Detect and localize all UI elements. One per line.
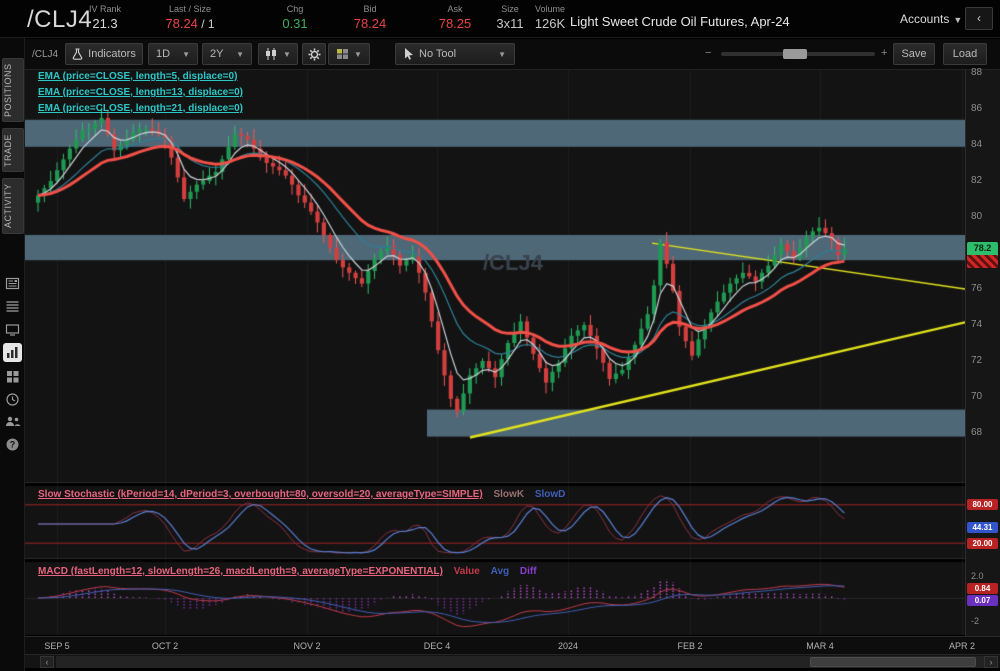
history-icon[interactable]: [3, 390, 22, 409]
scroll-left-button[interactable]: ‹: [40, 656, 54, 668]
zoom-in-button[interactable]: +: [881, 47, 887, 59]
chart-settings-button[interactable]: [302, 43, 326, 65]
price-tick: 68: [971, 427, 982, 438]
bid-ask-marker: [967, 255, 998, 268]
svg-text:?: ?: [10, 440, 16, 450]
date-tick: FEB 2: [677, 641, 702, 651]
stat-chg: Chg 0.31: [265, 4, 325, 31]
stat-bid: Bid 78.24: [340, 4, 400, 31]
watchlist-icon[interactable]: [3, 297, 22, 316]
chevron-down-icon: ▼: [953, 15, 962, 25]
price-tick: 82: [971, 175, 982, 186]
chart-type-dropdown[interactable]: ▼: [258, 43, 298, 65]
price-tick: 74: [971, 319, 982, 330]
scrollbar-thumb[interactable]: [810, 657, 976, 667]
legend-slowk: SlowK: [493, 489, 524, 500]
toolbar-symbol-label: /CLJ4: [32, 49, 58, 60]
stochastic-pane-header: Slow Stochastic (kPeriod=14, dPeriod=3, …: [38, 489, 565, 500]
date-tick: MAR 4: [806, 641, 834, 651]
zoom-slider[interactable]: [721, 52, 875, 56]
drawing-tool-dropdown[interactable]: No Tool ▼: [395, 43, 515, 65]
stoch-axis-bubble: 44.31: [967, 522, 998, 533]
date-tick: DEC 4: [424, 641, 451, 651]
price-chart-canvas[interactable]: [25, 70, 965, 636]
price-tick: 72: [971, 355, 982, 366]
zoom-out-button[interactable]: −: [705, 47, 711, 59]
study-label-ema21[interactable]: EMA (price=CLOSE, length=21, displace=0): [38, 103, 243, 114]
price-tick: 70: [971, 391, 982, 402]
load-button[interactable]: Load: [943, 43, 987, 65]
sidebar-tab-positions[interactable]: POSITIONS: [2, 58, 24, 122]
horizontal-scrollbar: ‹ ›: [25, 654, 1000, 668]
stoch-axis-bubble: 80.00: [967, 499, 998, 510]
help-icon[interactable]: ?: [3, 435, 22, 454]
chevron-down-icon: ▼: [498, 50, 506, 59]
chevron-down-icon: ▼: [182, 50, 190, 59]
grid-layout-dropdown[interactable]: ▼: [328, 43, 370, 65]
news-icon[interactable]: [3, 274, 22, 293]
stat-ask: Ask 78.25: [425, 4, 485, 31]
scrollbar-track[interactable]: [56, 656, 994, 668]
stat-iv-rank: IV Rank 21.3: [70, 4, 140, 31]
layout-grid-icon: [336, 48, 349, 60]
macd-axis-top-label: 2.0: [971, 571, 984, 581]
instrument-description: Light Sweet Crude Oil Futures, Apr-24: [570, 14, 790, 29]
legend-value: Value: [454, 566, 480, 577]
price-tick: 76: [971, 283, 982, 294]
aggregation-dropdown[interactable]: 1D▼: [148, 43, 198, 65]
last-price-bubble: 78.2: [967, 242, 998, 255]
legend-slowd: SlowD: [535, 489, 566, 500]
legend-diff: Diff: [520, 566, 537, 577]
scroll-right-button[interactable]: ›: [984, 656, 998, 668]
chevron-down-icon: ▼: [236, 50, 244, 59]
stat-last-size: Last / Size 78.24 / 1: [150, 4, 230, 31]
trading-app: /CLJ4 IV Rank 21.3 Last / Size 78.24 / 1…: [0, 0, 1000, 671]
study-label-ema13[interactable]: EMA (price=CLOSE, length=13, displace=0): [38, 87, 243, 98]
save-button[interactable]: Save: [893, 43, 935, 65]
collapse-panel-button[interactable]: ‹: [965, 7, 993, 30]
cursor-icon: [404, 48, 414, 60]
study-label-macd[interactable]: MACD (fastLength=12, slowLength=26, macd…: [38, 566, 443, 577]
indicators-button[interactable]: Indicators: [65, 43, 143, 65]
study-label-stochastic[interactable]: Slow Stochastic (kPeriod=14, dPeriod=3, …: [38, 489, 483, 500]
price-tick: 80: [971, 211, 982, 222]
legend-avg: Avg: [491, 566, 510, 577]
flask-icon: [72, 48, 83, 60]
study-label-ema5[interactable]: EMA (price=CLOSE, length=5, displace=0): [38, 71, 237, 82]
charts-icon[interactable]: [3, 343, 22, 362]
accounts-menu[interactable]: Accounts▼: [900, 12, 962, 26]
macd-axis-bubble: 0.07: [967, 595, 998, 606]
price-tick: 86: [971, 103, 982, 114]
chevron-down-icon: ▼: [283, 50, 291, 59]
gear-icon: [308, 48, 321, 61]
price-tick: 88: [971, 67, 982, 78]
community-icon[interactable]: [3, 412, 22, 431]
date-tick: 2024: [558, 641, 578, 651]
date-tick: APR 2: [949, 641, 975, 651]
macd-axis-bottom-label: -2: [971, 616, 979, 626]
sidebar-tab-activity[interactable]: ACTIVITY: [2, 178, 24, 234]
stat-size: Size 3x11: [490, 4, 530, 31]
header-bar: /CLJ4 IV Rank 21.3 Last / Size 78.24 / 1…: [0, 0, 1000, 38]
left-sidebar: POSITIONS TRADE ACTIVITY ?: [0, 38, 25, 671]
price-axis[interactable]: 888684828078767472706878.280.0044.3120.0…: [965, 70, 1000, 636]
price-tick: 84: [971, 139, 982, 150]
date-tick: SEP 5: [44, 641, 69, 651]
stat-volume: Volume 126K: [528, 4, 572, 31]
chart-toolbar: /CLJ4 Indicators 1D▼ 2Y▼ ▼: [25, 39, 1000, 70]
macd-pane-header: MACD (fastLength=12, slowLength=26, macd…: [38, 566, 537, 577]
grid-icon[interactable]: [3, 367, 22, 386]
zoom-slider-thumb[interactable]: [783, 49, 807, 59]
date-axis[interactable]: SEP 5 OCT 2 NOV 2 DEC 4 2024 FEB 2 MAR 4 APR 2: [25, 636, 1000, 654]
macd-axis-bubble: 0.84: [967, 583, 998, 594]
date-tick: NOV 2: [293, 641, 320, 651]
date-tick: OCT 2: [152, 641, 178, 651]
monitor-icon[interactable]: [3, 320, 22, 339]
candlestick-chart-icon: [265, 48, 278, 60]
range-dropdown[interactable]: 2Y▼: [202, 43, 252, 65]
chevron-down-icon: ▼: [354, 50, 362, 59]
sidebar-tab-trade[interactable]: TRADE: [2, 128, 24, 172]
stoch-axis-bubble: 20.00: [967, 538, 998, 549]
